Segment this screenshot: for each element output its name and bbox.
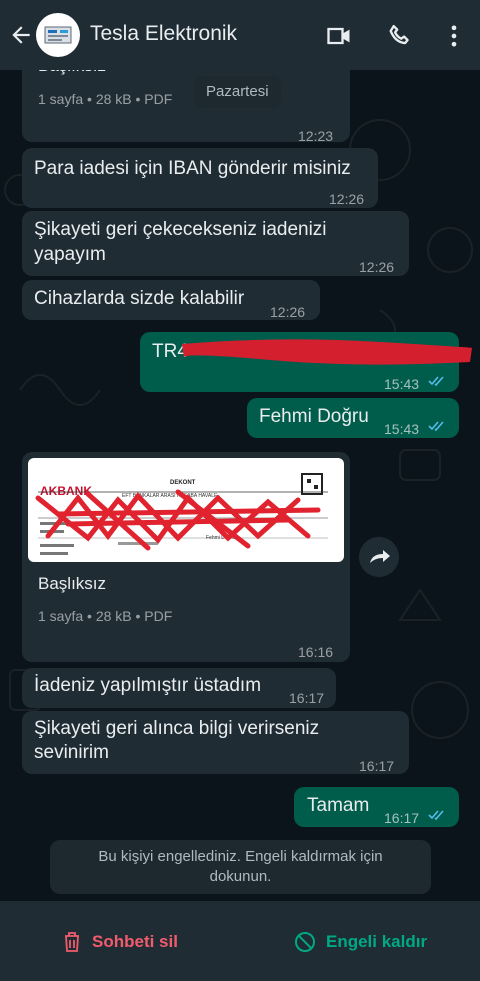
outgoing-message[interactable]: TR4 15:43 (140, 332, 473, 392)
blocked-notice-line2: dokunun. (209, 868, 272, 885)
message-text: Cihazlarda sizde kalabilir (34, 288, 245, 309)
message-time: 12:26 (270, 304, 306, 320)
chat-title[interactable]: Tesla Elektronik (90, 22, 237, 46)
delete-chat-label: Sohbeti sil (92, 932, 178, 951)
read-ticks-icon (428, 810, 444, 821)
preview-content (35, 473, 328, 555)
outgoing-message[interactable]: Fehmi Doğru 15:43 (247, 398, 459, 438)
forward-icon[interactable] (359, 537, 399, 577)
back-arrow-icon[interactable] (8, 22, 34, 48)
message-text-line2: sevinirim (34, 742, 109, 763)
message-text-line2: yapayım (34, 244, 106, 265)
unblock-button[interactable]: Engeli kaldır (294, 930, 427, 954)
message-time: 12:26 (359, 259, 395, 275)
message-text: İadeniz yapılmıştır üstadım (34, 675, 262, 696)
blocked-action-bar: Sohbeti sil Engeli kaldır (0, 901, 480, 981)
message-time: 16:16 (298, 644, 334, 660)
message-text: Para iadesi için IBAN gönderir misiniz (34, 158, 351, 179)
blocked-notice[interactable]: Bu kişiyi engellediniz. Engeli kaldırmak… (50, 840, 431, 894)
document-title: Başlıksız (38, 574, 107, 593)
incoming-message[interactable]: Şikayeti geri çekecekseniz iadenizi yapa… (22, 211, 409, 276)
delete-chat-button[interactable]: Sohbeti sil (62, 930, 178, 954)
chat-area: Başlıksız 1 sayfa • 28 kB • PDF 12:23 Pa… (0, 70, 480, 901)
video-call-icon[interactable] (325, 22, 353, 50)
avatar[interactable] (36, 13, 80, 57)
incoming-message[interactable]: Para iadesi için IBAN gönderir misiniz 1… (22, 148, 378, 208)
message-time: 15:43 (384, 376, 420, 392)
outgoing-message[interactable]: Tamam 16:17 (294, 787, 459, 827)
message-text: Fehmi Doğru (259, 406, 369, 427)
message-time: 16:17 (384, 810, 420, 826)
message-time: 16:17 (289, 690, 325, 706)
unblock-icon (295, 932, 315, 952)
date-divider: Pazartesi (194, 76, 281, 108)
message-time: 15:43 (384, 421, 420, 437)
incoming-message[interactable]: İadeniz yapılmıştır üstadım 16:17 (22, 668, 336, 708)
document-title: Başlıksız (38, 70, 106, 78)
document-meta: 1 sayfa • 28 kB • PDF (38, 608, 173, 624)
redaction-scribble (182, 339, 473, 365)
document-message[interactable]: AKBANK DEKONT EFT BANKALAR ARASI HESABA … (22, 452, 350, 662)
phone-icon[interactable] (386, 22, 414, 50)
chat-header: Tesla Elektronik (0, 0, 480, 70)
incoming-message[interactable]: Şikayeti geri alınca bilgi verirseniz se… (22, 711, 409, 774)
document-preview[interactable]: AKBANK DEKONT EFT BANKALAR ARASI HESABA … (28, 458, 344, 562)
read-ticks-icon (428, 376, 444, 387)
trash-icon (65, 932, 79, 952)
document-meta: 1 sayfa • 28 kB • PDF (38, 91, 173, 107)
message-time: 16:17 (359, 758, 395, 774)
message-time: 12:23 (298, 128, 334, 144)
redaction-scribble (35, 489, 321, 551)
incoming-message[interactable]: Cihazlarda sizde kalabilir 12:26 (22, 280, 320, 320)
message-time: 12:26 (329, 191, 365, 207)
blocked-notice-line1: Bu kişiyi engellediniz. Engeli kaldırmak… (98, 848, 383, 865)
message-text-line1: Şikayeti geri alınca bilgi verirseniz (34, 718, 320, 739)
document-message[interactable]: Başlıksız 1 sayfa • 28 kB • PDF 12:23 (22, 70, 350, 144)
message-text: Tamam (307, 795, 370, 816)
more-vert-icon[interactable] (440, 22, 468, 50)
read-ticks-icon (428, 421, 444, 432)
unblock-label: Engeli kaldır (326, 932, 428, 951)
message-text-line1: Şikayeti geri çekecekseniz iadenizi (34, 219, 327, 240)
